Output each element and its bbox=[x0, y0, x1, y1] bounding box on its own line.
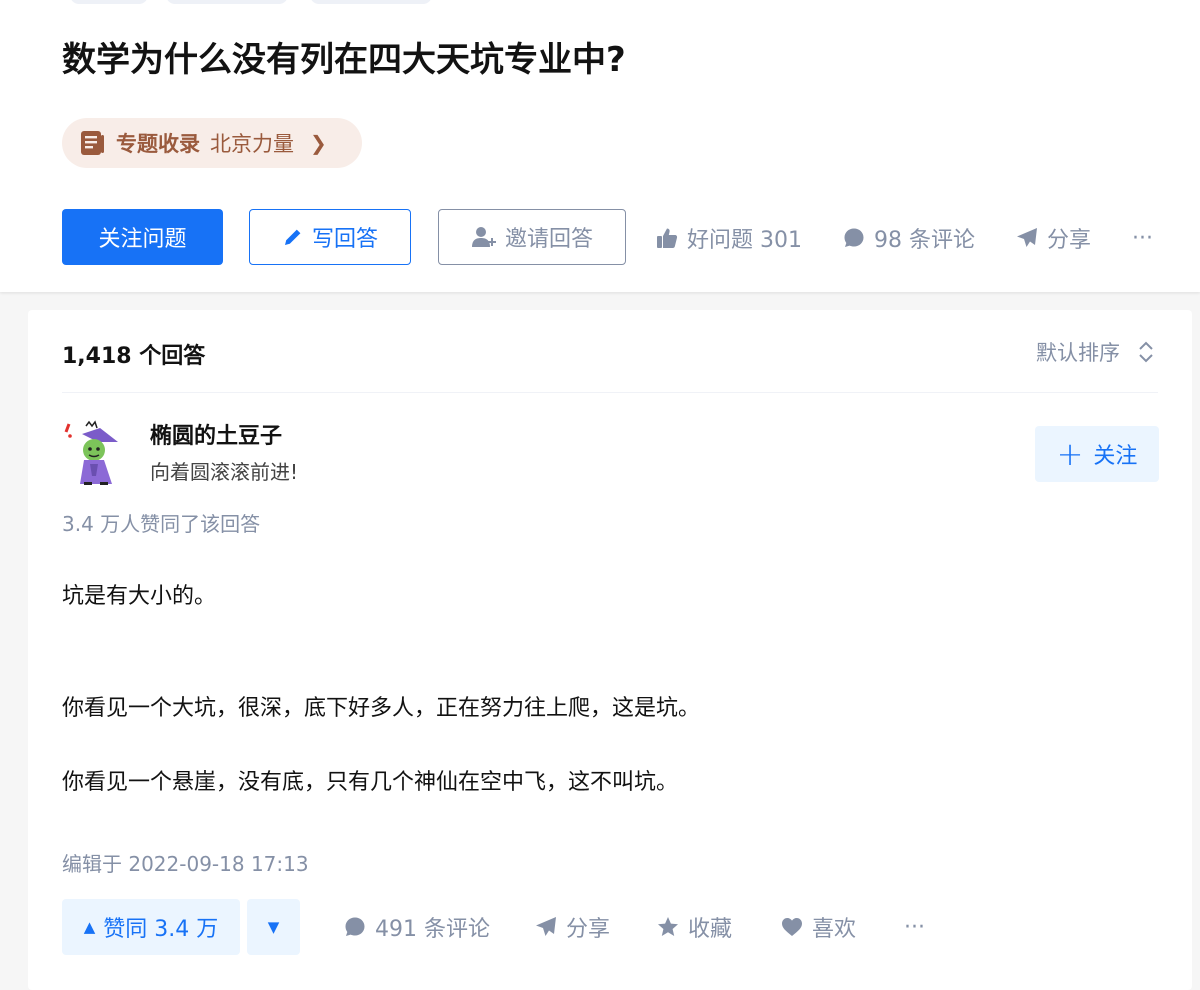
sort-dropdown[interactable]: 默认排序 bbox=[1036, 337, 1154, 367]
collection-badge[interactable]: 专题收录 北京力量 ❯ bbox=[62, 118, 362, 168]
pencil-icon bbox=[282, 226, 304, 248]
like-button[interactable]: 喜欢 bbox=[780, 911, 856, 943]
answer-paragraph: 你看见一个悬崖，没有底，只有几个神仙在空中飞，这不叫坑。 bbox=[62, 770, 679, 795]
follow-question-button[interactable]: 关注问题 bbox=[62, 209, 223, 265]
heart-icon bbox=[780, 915, 804, 939]
author-name[interactable]: 椭圆的土豆子 bbox=[150, 418, 282, 450]
topic-tag[interactable] bbox=[310, 0, 432, 4]
chevron-right-icon: ❯ bbox=[310, 131, 327, 155]
answer-comments-label: 491 条评论 bbox=[375, 917, 490, 942]
follow-question-label: 关注问题 bbox=[98, 227, 187, 252]
collect-label: 收藏 bbox=[688, 917, 733, 942]
avatar[interactable] bbox=[62, 420, 126, 486]
more-icon: ··· bbox=[904, 914, 925, 940]
book-list-icon bbox=[78, 129, 106, 157]
answer-comments-button[interactable]: 491 条评论 bbox=[343, 911, 490, 943]
collection-name: 北京力量 bbox=[210, 132, 294, 156]
vote-up-button[interactable]: ▲ 赞同 3.4 万 bbox=[62, 899, 240, 955]
follow-author-label: 关注 bbox=[1093, 444, 1138, 469]
triangle-up-icon: ▲ bbox=[83, 918, 96, 936]
votes-info: 3.4 万人赞同了该回答 bbox=[62, 512, 261, 536]
sort-label: 默认排序 bbox=[1036, 341, 1120, 365]
more-icon: ··· bbox=[1132, 225, 1153, 251]
comment-bubble-icon bbox=[842, 226, 866, 250]
good-question-label: 好问题 301 bbox=[687, 228, 802, 253]
question-header: 数学为什么没有列在四大天坑专业中? 专题收录 北京力量 ❯ 关注问题 写回答 邀… bbox=[0, 0, 1200, 292]
question-title[interactable]: 数学为什么没有列在四大天坑专业中? bbox=[62, 38, 626, 82]
write-answer-button[interactable]: 写回答 bbox=[249, 209, 411, 265]
user-plus-icon bbox=[471, 225, 497, 249]
collection-label: 专题收录 bbox=[116, 132, 200, 156]
divider bbox=[62, 392, 1158, 393]
vote-down-button[interactable]: ▼ bbox=[247, 899, 300, 955]
paper-plane-icon bbox=[534, 915, 558, 939]
answer-share-label: 分享 bbox=[566, 917, 611, 942]
invite-answer-button[interactable]: 邀请回答 bbox=[438, 209, 626, 265]
question-share-button[interactable]: 分享 bbox=[1015, 222, 1091, 254]
triangle-down-icon: ▼ bbox=[267, 918, 280, 936]
question-comments-label: 98 条评论 bbox=[874, 228, 975, 253]
good-question-button[interactable]: 好问题 301 bbox=[655, 222, 802, 254]
comment-bubble-icon bbox=[343, 915, 367, 939]
question-comments-button[interactable]: 98 条评论 bbox=[842, 222, 975, 254]
answers-card: 1,418 个回答 默认排序 椭圆的土豆子 向着圆滚滚前进! + 关注 3.4 … bbox=[28, 310, 1192, 990]
answer-share-button[interactable]: 分享 bbox=[534, 911, 610, 943]
plus-icon: + bbox=[1056, 435, 1084, 473]
star-icon bbox=[656, 915, 680, 939]
vote-up-label: 赞同 3.4 万 bbox=[103, 917, 219, 942]
question-more-button[interactable]: ··· bbox=[1132, 222, 1153, 254]
write-answer-label: 写回答 bbox=[311, 227, 378, 252]
answer-paragraph: 你看见一个大坑，很深，底下好多人，正在努力往上爬，这是坑。 bbox=[62, 696, 701, 721]
author-bio: 向着圆滚滚前进! bbox=[150, 460, 299, 484]
follow-author-button[interactable]: + 关注 bbox=[1035, 426, 1159, 482]
topic-tag[interactable] bbox=[70, 0, 148, 4]
like-label: 喜欢 bbox=[812, 917, 857, 942]
question-share-label: 分享 bbox=[1047, 228, 1092, 253]
invite-answer-label: 邀请回答 bbox=[504, 227, 593, 252]
answer-count: 1,418 个回答 bbox=[62, 344, 206, 369]
answer-paragraph: 坑是有大小的。 bbox=[62, 584, 217, 609]
thumbs-up-icon bbox=[655, 226, 679, 250]
collect-button[interactable]: 收藏 bbox=[656, 911, 732, 943]
edit-time[interactable]: 编辑于 2022-09-18 17:13 bbox=[62, 848, 309, 877]
topic-tag[interactable] bbox=[166, 0, 288, 4]
sort-updown-icon bbox=[1138, 340, 1154, 364]
answer-more-button[interactable]: ··· bbox=[904, 911, 925, 943]
paper-plane-icon bbox=[1015, 226, 1039, 250]
